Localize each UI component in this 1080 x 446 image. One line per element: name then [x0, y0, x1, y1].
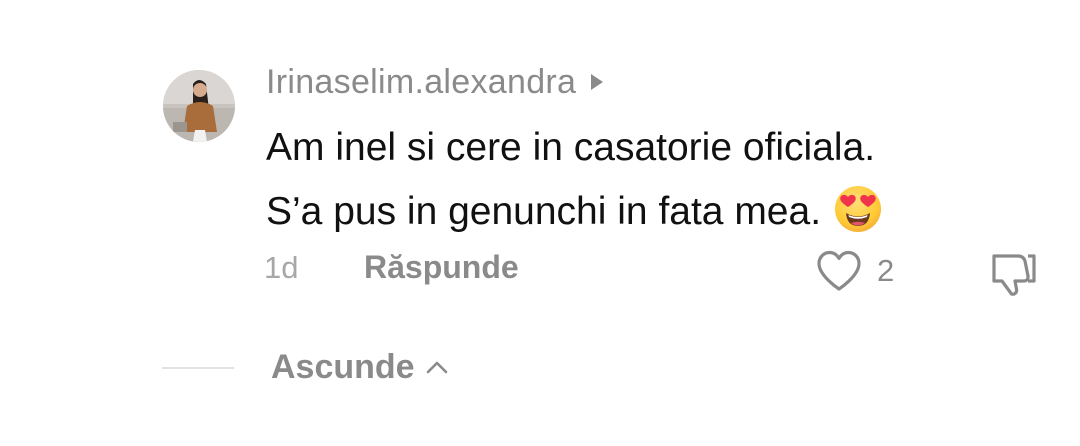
heart-eyes-emoji-icon	[835, 185, 882, 232]
hide-replies-label: Ascunde	[271, 347, 415, 386]
hide-replies-button[interactable]: Ascunde	[271, 345, 449, 389]
heart-outline-icon	[817, 250, 861, 291]
username-row[interactable]: Irinaselim.alexandra	[266, 60, 604, 104]
comment-text: Am inel si cere in casatorie oficiala. S…	[266, 116, 1026, 244]
reply-button[interactable]: Răspunde	[364, 249, 519, 286]
dislike-button[interactable]	[988, 248, 1040, 298]
comment-timestamp: 1d	[264, 250, 299, 285]
comment-thread: Irinaselim.alexandra Am inel si cere in …	[0, 0, 1080, 446]
like-count: 2	[877, 253, 895, 288]
thread-divider	[162, 367, 234, 369]
like-button[interactable]: 2	[815, 248, 894, 294]
thumbs-down-outline-icon	[992, 254, 1036, 296]
comment-line-1: Am inel si cere in casatorie oficiala.	[266, 126, 876, 169]
caret-right-icon	[591, 74, 604, 90]
comment-line-2-text: S’a pus in genunchi in fata mea.	[266, 190, 822, 233]
avatar[interactable]	[163, 70, 235, 142]
comment-line-2: S’a pus in genunchi in fata mea.	[266, 180, 1026, 244]
chevron-up-icon	[426, 361, 447, 374]
username[interactable]: Irinaselim.alexandra	[266, 63, 576, 102]
avatar-photo	[163, 70, 235, 142]
